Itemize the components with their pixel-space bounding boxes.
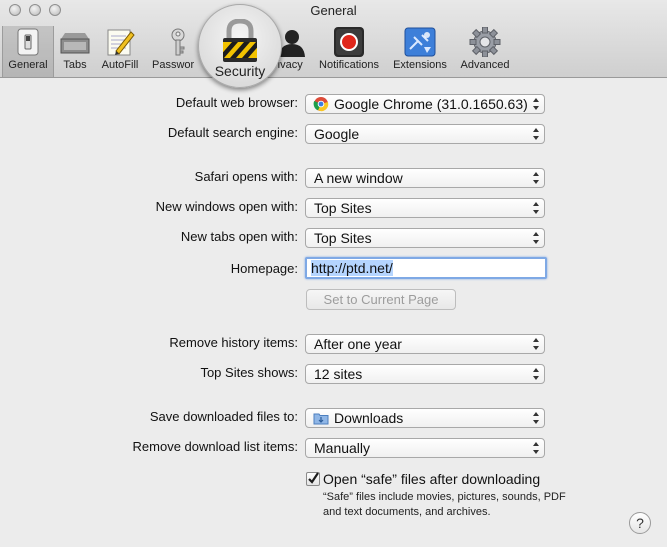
popup-arrows-icon bbox=[533, 128, 539, 140]
safari-opens-label: Safari opens with: bbox=[194, 169, 298, 184]
new-windows-value: Top Sites bbox=[314, 200, 372, 216]
chrome-icon bbox=[313, 97, 329, 112]
default-browser-value: Google Chrome (31.0.1650.63) bbox=[334, 96, 528, 112]
remove-history-value: After one year bbox=[314, 336, 402, 352]
popup-arrows-icon bbox=[533, 172, 539, 184]
toolbar-autofill-label: AutoFill bbox=[101, 59, 139, 71]
toolbar-advanced[interactable]: Advanced bbox=[456, 26, 514, 74]
safari-opens-popup[interactable]: A new window bbox=[305, 168, 545, 188]
extensions-puzzle-icon bbox=[404, 27, 436, 57]
popup-arrows-icon bbox=[533, 202, 539, 214]
remove-downloads-value: Manually bbox=[314, 440, 371, 456]
safari-opens-value: A new window bbox=[314, 170, 403, 186]
autofill-pencil-icon bbox=[107, 29, 135, 56]
popup-arrows-icon bbox=[533, 368, 539, 380]
notifications-icon bbox=[334, 27, 364, 57]
toolbar-extensions[interactable]: Extensions bbox=[390, 26, 450, 74]
new-tabs-popup[interactable]: Top Sites bbox=[305, 228, 545, 248]
remove-history-popup[interactable]: After one year bbox=[305, 334, 545, 354]
new-tabs-label: New tabs open with: bbox=[180, 229, 298, 244]
default-browser-popup[interactable]: Google Chrome (31.0.1650.63) bbox=[305, 94, 545, 114]
toolbar-general-label: General bbox=[8, 59, 48, 71]
top-sites-label: Top Sites shows: bbox=[200, 365, 298, 380]
new-windows-label: New windows open with: bbox=[155, 199, 298, 214]
preferences-window: General General Tabs AutoFill Passwor ri… bbox=[0, 0, 667, 547]
default-browser-label: Default web browser: bbox=[175, 95, 298, 110]
downloads-folder-icon bbox=[313, 413, 329, 425]
save-downloads-value: Downloads bbox=[334, 410, 404, 426]
open-safe-files-checkbox[interactable] bbox=[306, 472, 320, 486]
new-tabs-value: Top Sites bbox=[314, 230, 372, 246]
preferences-toolbar: General General Tabs AutoFill Passwor ri… bbox=[0, 0, 667, 88]
toolbar-security-label: Security bbox=[214, 63, 266, 79]
search-engine-popup[interactable]: Google bbox=[305, 124, 545, 144]
remove-history-label: Remove history items: bbox=[169, 335, 298, 350]
padlock-icon bbox=[223, 19, 257, 62]
checkmark-icon bbox=[308, 472, 319, 484]
toolbar-tabs-label: Tabs bbox=[63, 59, 87, 71]
search-engine-label: Default search engine: bbox=[167, 125, 298, 140]
popup-arrows-icon bbox=[533, 412, 539, 424]
general-switch-icon bbox=[17, 28, 39, 56]
homepage-label: Homepage: bbox=[230, 261, 298, 276]
search-engine-value: Google bbox=[314, 126, 360, 142]
toolbar-extensions-label: Extensions bbox=[393, 59, 447, 71]
popup-arrows-icon bbox=[533, 232, 539, 244]
toolbar-passwords-label: Passwor bbox=[152, 59, 195, 71]
top-sites-popup[interactable]: 12 sites bbox=[305, 364, 545, 384]
toolbar-security-magnified[interactable]: Security bbox=[198, 4, 282, 88]
tabs-icon bbox=[60, 33, 90, 54]
toolbar-notifications-label: Notifications bbox=[319, 59, 379, 71]
toolbar-advanced-label: Advanced bbox=[460, 59, 510, 71]
remove-downloads-popup[interactable]: Manually bbox=[305, 438, 545, 458]
toolbar-tabs[interactable]: Tabs bbox=[56, 26, 94, 74]
popup-arrows-icon bbox=[533, 442, 539, 454]
window-title: General bbox=[310, 3, 357, 18]
safe-files-note: “Safe” files include movies, pictures, s… bbox=[323, 491, 566, 518]
open-safe-files-label[interactable]: Open “safe” files after downloading bbox=[323, 471, 540, 487]
save-downloads-label: Save downloaded files to: bbox=[149, 409, 298, 424]
set-to-current-page-button[interactable]: Set to Current Page bbox=[306, 289, 456, 310]
toolbar-passwords[interactable]: Passwor bbox=[148, 26, 204, 74]
top-sites-value: 12 sites bbox=[314, 366, 363, 382]
key-icon bbox=[171, 28, 185, 56]
toolbar-notifications[interactable]: Notifications bbox=[314, 26, 384, 74]
gear-icon bbox=[469, 27, 501, 57]
save-downloads-popup[interactable]: Downloads bbox=[305, 408, 545, 428]
remove-downloads-label: Remove download list items: bbox=[132, 439, 298, 454]
toolbar-autofill[interactable]: AutoFill bbox=[97, 26, 143, 74]
help-button[interactable]: ? bbox=[629, 512, 651, 534]
new-windows-popup[interactable]: Top Sites bbox=[305, 198, 545, 218]
homepage-field[interactable]: http://ptd.net/ bbox=[305, 257, 547, 279]
popup-arrows-icon bbox=[533, 98, 539, 110]
popup-arrows-icon bbox=[533, 338, 539, 350]
homepage-value: http://ptd.net/ bbox=[311, 260, 393, 276]
toolbar-general[interactable]: General bbox=[2, 26, 54, 77]
